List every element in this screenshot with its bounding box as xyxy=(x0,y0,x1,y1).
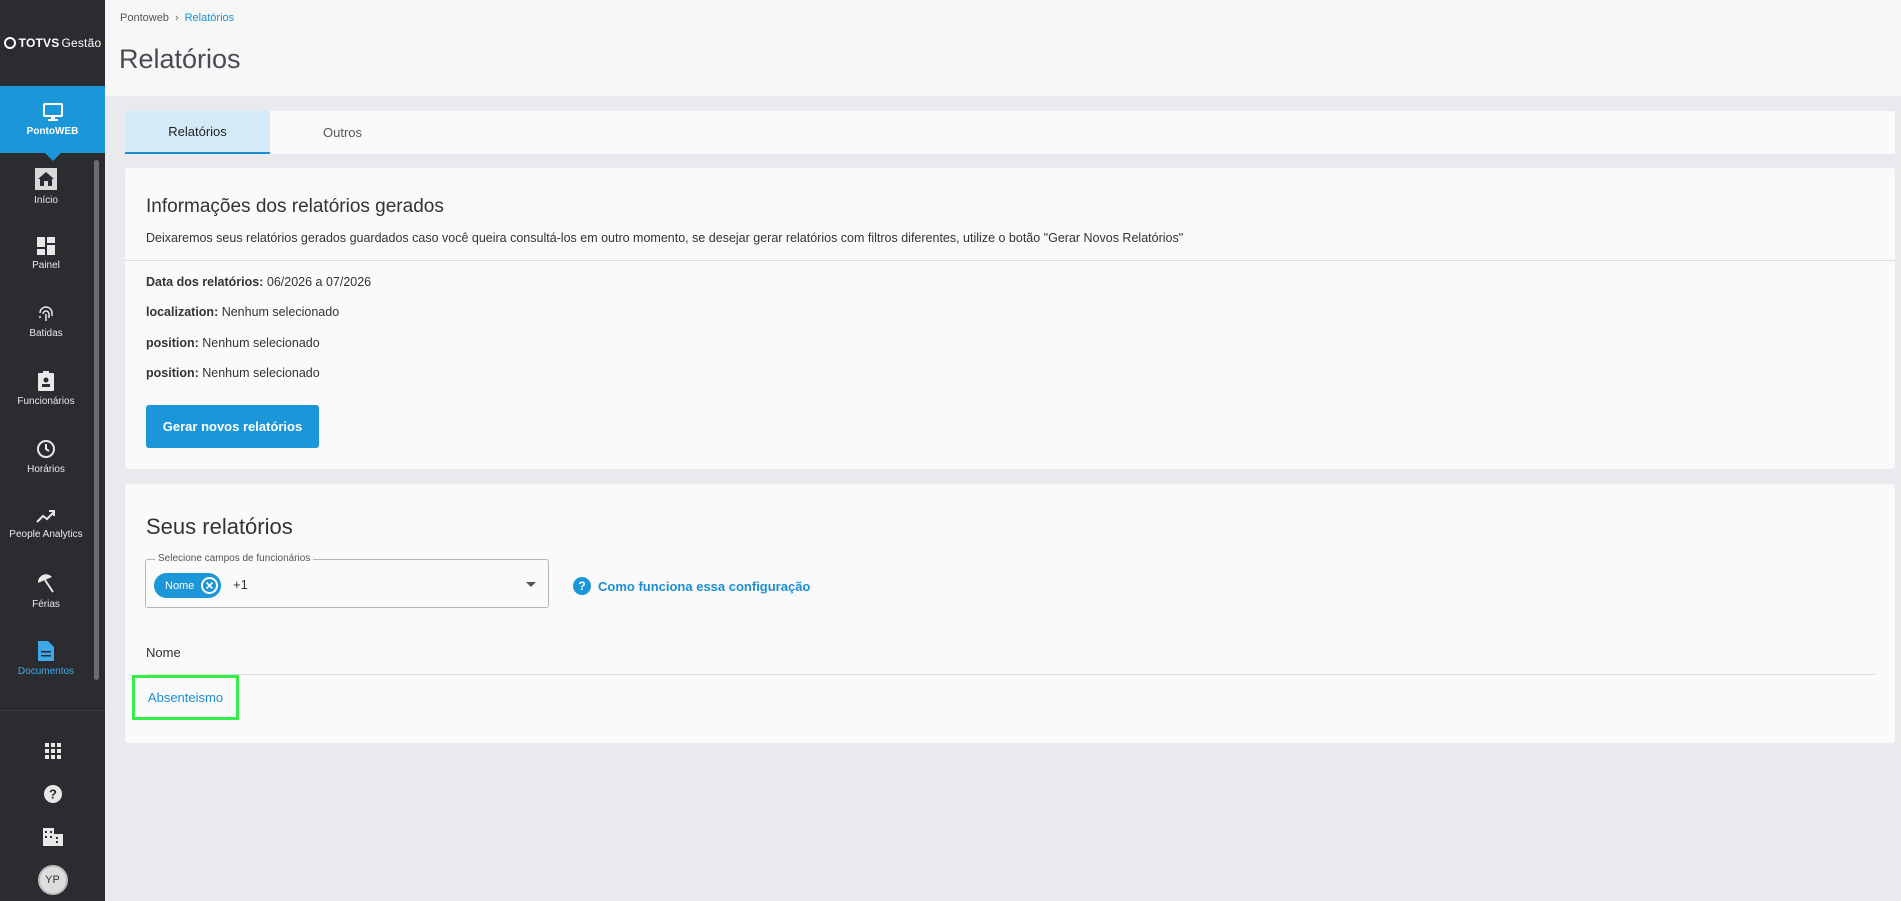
help-icon: ? xyxy=(573,577,591,595)
employee-fields-select[interactable]: Selecione campos de funcionários Nome +1 xyxy=(145,553,549,608)
sidebar-item-batidas[interactable]: Batidas xyxy=(0,288,92,356)
divider xyxy=(125,260,1895,261)
chevron-down-icon[interactable] xyxy=(526,582,536,587)
home-icon xyxy=(35,167,57,190)
column-header-nome: Nome xyxy=(146,645,181,660)
product-label: PontoWEB xyxy=(26,125,79,137)
trend-icon xyxy=(36,510,55,523)
info-row-position: position: Nenhum selecionado xyxy=(146,366,320,380)
fingerprint-icon xyxy=(39,306,53,321)
help-config-link[interactable]: ? Como funciona essa configuração xyxy=(573,577,810,595)
help-icon: ? xyxy=(43,784,62,803)
page-title: Relatórios xyxy=(119,44,241,74)
sidebar-item-label: Painel xyxy=(32,260,60,272)
sidebar-item-label: Funcionários xyxy=(17,396,75,408)
chevron-right-icon: › xyxy=(174,12,179,24)
info-row-value: Nenhum selecionado xyxy=(198,336,320,350)
chip-label: Nome xyxy=(165,579,195,592)
reports-card-title: Seus relatórios xyxy=(146,514,293,539)
badge-icon xyxy=(38,371,54,392)
document-icon xyxy=(38,641,54,662)
info-row-position: position: Nenhum selecionado xyxy=(146,336,320,350)
page-header: Pontoweb › Relatórios Relatórios xyxy=(105,0,1901,96)
info-card-description: Deixaremos seus relatórios gerados guard… xyxy=(146,231,1184,245)
table-divider xyxy=(146,674,1875,675)
sidebar-scrollbar[interactable] xyxy=(94,160,99,680)
apps-grid-icon xyxy=(44,742,61,759)
sidebar-item-label: Horários xyxy=(27,463,65,475)
sidebar-item-label: Documentos xyxy=(17,666,75,678)
apps-grid-button[interactable] xyxy=(0,729,105,772)
help-button[interactable]: ? xyxy=(0,772,105,815)
totvs-logo-icon xyxy=(3,37,16,49)
info-card-title: Informações dos relatórios gerados xyxy=(146,196,444,217)
sidebar-item-painel[interactable]: Painel xyxy=(0,221,92,289)
info-card: Informações dos relatórios gerados Deixa… xyxy=(125,168,1895,469)
breadcrumb-current: Relatórios xyxy=(184,12,235,24)
more-count: +1 xyxy=(233,577,248,592)
sidebar-item-inicio[interactable]: Início xyxy=(0,153,92,221)
reports-card: Seus relatórios Selecione campos de func… xyxy=(125,484,1895,743)
breadcrumb-root[interactable]: Pontoweb xyxy=(120,12,169,24)
company-icon xyxy=(42,827,63,846)
info-row-label: position: xyxy=(146,336,199,350)
product-pontoweb[interactable]: PontoWEB xyxy=(0,86,105,161)
sidebar-item-documentos[interactable]: Documentos xyxy=(0,626,92,694)
info-row-value: Nenhum selecionado xyxy=(218,305,340,319)
user-menu[interactable]: YP xyxy=(0,858,105,901)
company-button[interactable] xyxy=(0,815,105,858)
sidebar-item-horarios[interactable]: Horários xyxy=(0,423,92,491)
info-row-value: 06/2026 a 07/2026 xyxy=(263,275,372,289)
sidebar-item-label: Férias xyxy=(32,598,60,610)
generate-reports-button[interactable]: Gerar novos relatórios xyxy=(146,405,319,448)
sidebar: TOTVS Gestão PontoWEB Início Painel Bati… xyxy=(0,0,105,901)
breadcrumb: Pontoweb › Relatórios xyxy=(120,12,234,24)
tab-outros[interactable]: Outros xyxy=(270,111,415,154)
dashboard-icon xyxy=(37,237,55,256)
clock-icon xyxy=(37,439,55,458)
sidebar-item-funcionarios[interactable]: Funcionários xyxy=(0,356,92,424)
report-link-absenteismo[interactable]: Absenteismo xyxy=(132,675,239,720)
tab-bar: Relatórios Outros xyxy=(125,111,1895,154)
tab-relatorios[interactable]: Relatórios xyxy=(125,111,270,154)
sidebar-item-label: Início xyxy=(34,194,58,206)
info-row-date: Data dos relatórios: 06/2026 a 07/2026 xyxy=(146,275,371,289)
sidebar-item-label: Batidas xyxy=(29,327,63,339)
sidebar-nav: Início Painel Batidas Funcionários Horár… xyxy=(0,153,92,693)
close-icon xyxy=(206,582,214,589)
help-link-label: Como funciona essa configuração xyxy=(598,578,811,594)
sidebar-item-people-analytics[interactable]: People Analytics xyxy=(0,491,92,559)
sidebar-bottom: ? YP xyxy=(0,710,105,901)
info-row-label: position: xyxy=(146,366,199,380)
selected-chip: Nome xyxy=(154,573,222,598)
sidebar-item-label: People Analytics xyxy=(9,529,83,541)
chip-remove-button[interactable] xyxy=(201,577,219,594)
select-legend: Selecione campos de funcionários xyxy=(155,553,314,564)
info-row-value: Nenhum selecionado xyxy=(198,366,320,380)
umbrella-icon xyxy=(37,574,54,593)
totvs-logo[interactable]: TOTVS Gestão xyxy=(0,0,105,86)
logo-brand: TOTVS xyxy=(18,36,60,50)
sidebar-item-ferias[interactable]: Férias xyxy=(0,558,92,626)
monitor-icon xyxy=(42,102,63,121)
logo-product: Gestão xyxy=(61,36,102,50)
info-row-label: Data dos relatórios: xyxy=(146,275,264,289)
info-row-label: localization: xyxy=(146,305,219,319)
info-row-localization: localization: Nenhum selecionado xyxy=(146,305,339,319)
avatar: YP xyxy=(37,864,68,895)
svg-text:?: ? xyxy=(49,786,57,801)
